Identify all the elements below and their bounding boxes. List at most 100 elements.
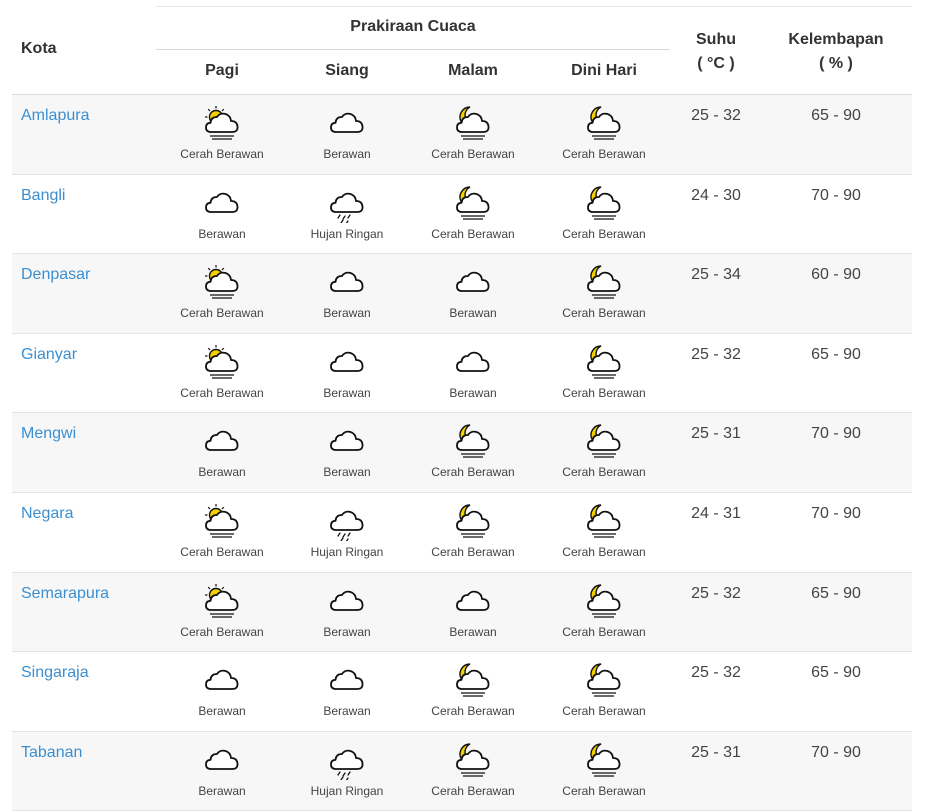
table-body: Amlapura Cerah Berawan Berawan Cerah Berawa… [12,95,912,811]
moon-cloud-icon [456,424,490,458]
moon-cloud-icon [587,504,621,538]
suhu-value: 24 - 30 [691,186,741,204]
header-kelembapan-unit: ( % ) [819,55,853,72]
forecast-label: Berawan [198,465,246,480]
moon-cloud-icon [456,106,490,140]
forecast-label: Berawan [198,704,246,719]
cloud-icon [330,351,364,372]
table-row: Semarapura Cerah Berawan Berawan Berawan Cer… [12,572,912,653]
table-row: Bangli Berawan Hujan Ringan Cerah Berawan Ce… [12,175,912,255]
cloud-icon [330,271,364,293]
forecast-cell: Berawan [282,103,412,161]
forecast-label: Cerah Berawan [562,544,646,559]
forecast-cell: Berawan [282,342,412,400]
forecast-cell: Cerah Berawan [408,660,538,718]
table-row: Tabanan Berawan Hujan Ringan Cerah Berawan C… [12,731,912,811]
city-link[interactable]: Semarapura [21,585,109,603]
city-link[interactable]: Amlapura [21,107,89,125]
top-divider [156,6,912,7]
forecast-cell: Cerah Berawan [539,660,669,718]
forecast-cell: Cerah Berawan [539,421,669,479]
forecast-label: Berawan [449,624,497,639]
forecast-label: Berawan [198,226,246,241]
forecast-label: Cerah Berawan [562,624,646,639]
moon-cloud-icon [456,504,490,538]
kelembapan-value: 60 - 90 [811,266,861,284]
table-row: Gianyar Cerah Berawan Berawan Berawan Cerah … [12,334,912,414]
header-suhu-label: Suhu [696,31,736,48]
forecast-label: Cerah Berawan [431,465,515,480]
suhu-value: 25 - 32 [691,107,741,124]
moon-cloud-icon [587,743,621,777]
table-row: Negara Cerah Berawan Hujan Ringan Cerah Ber… [12,493,912,573]
city-link[interactable]: Mengwi [21,425,76,443]
forecast-cell: Cerah Berawan [157,501,287,559]
forecast-cell: Cerah Berawan [408,501,538,559]
cloud-icon [456,590,490,611]
header-prakiraan-cuaca: Prakiraan Cuaca [350,18,476,35]
cloud-icon [205,192,239,213]
suhu-value: 25 - 34 [691,266,741,284]
forecast-cell: Berawan [282,660,412,718]
kelembapan-value: 65 - 90 [811,664,861,682]
forecast-cell: Berawan [282,262,412,320]
forecast-label: Cerah Berawan [180,624,264,639]
cloud-icon [205,669,239,691]
forecast-cell: Berawan [157,740,287,798]
suhu-value: 25 - 32 [691,584,741,602]
forecast-cell: Hujan Ringan [282,740,412,798]
header-kelembapan: Kelembapan ( % ) [786,28,886,76]
sun-cloud-icon [205,503,239,538]
suhu-value: 25 - 32 [691,664,741,682]
forecast-cell: Berawan [157,183,287,241]
forecast-cell: Cerah Berawan [539,740,669,798]
forecast-cell: Cerah Berawan [157,342,287,400]
forecast-label: Berawan [323,306,371,321]
forecast-label: Hujan Ringan [310,226,384,241]
moon-cloud-icon [456,743,490,777]
moon-cloud-icon [587,583,621,618]
forecast-label: Berawan [323,465,371,480]
forecast-label: Berawan [323,147,371,161]
forecast-label: Cerah Berawan [431,226,515,241]
suhu-value: 25 - 31 [691,743,741,761]
forecast-cell: Berawan [408,262,538,320]
city-link[interactable]: Negara [21,505,73,523]
forecast-cell: Hujan Ringan [282,183,412,241]
cloud-icon [330,669,364,691]
city-link[interactable]: Denpasar [21,266,90,284]
forecast-cell: Berawan [408,342,538,400]
kelembapan-value: 65 - 90 [811,584,861,602]
city-link[interactable]: Singaraja [21,664,89,682]
rain-cloud-icon [330,192,364,223]
kelembapan-value: 65 - 90 [811,107,861,124]
forecast-label: Hujan Ringan [310,783,384,798]
forecast-label: Cerah Berawan [431,704,515,719]
forecast-label: Berawan [323,624,371,639]
cloud-icon [330,112,364,133]
table-row: Mengwi Berawan Berawan Cerah Berawan Cerah B… [12,413,912,493]
forecast-cell: Berawan [408,581,538,639]
forecast-cell: Cerah Berawan [157,581,287,639]
forecast-cell: Cerah Berawan [157,262,287,320]
header-kelembapan-label: Kelembapan [788,31,884,48]
forecast-label: Cerah Berawan [562,306,646,321]
forecast-cell: Cerah Berawan [157,103,287,161]
cloud-icon [330,431,364,452]
moon-cloud-icon [587,345,621,379]
cloud-icon [330,590,364,611]
header-dini-hari: Dini Hari [571,62,637,79]
city-link[interactable]: Bangli [21,187,65,205]
forecast-label: Cerah Berawan [562,147,646,161]
suhu-value: 24 - 31 [691,504,741,522]
sun-cloud-icon [205,106,239,140]
city-link[interactable]: Gianyar [21,346,77,364]
forecast-label: Cerah Berawan [431,783,515,798]
rain-cloud-icon [330,510,364,541]
city-link[interactable]: Tabanan [21,744,82,762]
forecast-label: Cerah Berawan [180,306,264,321]
moon-cloud-icon [587,185,621,220]
forecast-cell: Cerah Berawan [408,421,538,479]
forecast-cell: Cerah Berawan [408,103,538,161]
kelembapan-value: 70 - 90 [811,186,861,204]
